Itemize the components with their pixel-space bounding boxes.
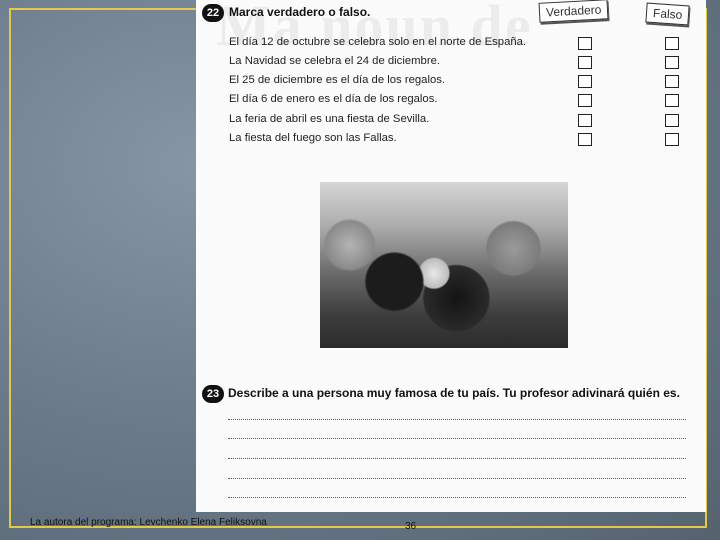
- true-checkbox-3[interactable]: [578, 75, 592, 88]
- statement-2: La Navidad se celebra el 24 de diciembre…: [229, 55, 441, 67]
- footer-author: La autora del programa: Levchenko Elena …: [30, 517, 267, 528]
- answer-line[interactable]: [228, 458, 686, 459]
- true-checkbox-2[interactable]: [578, 56, 592, 69]
- exercise-22-title: Marca verdadero o falso.: [229, 5, 371, 19]
- false-checkbox-3[interactable]: [665, 75, 679, 88]
- answer-line[interactable]: [228, 478, 686, 479]
- false-checkbox-6[interactable]: [665, 133, 679, 146]
- statement-5: La feria de abril es una fiesta de Sevil…: [229, 113, 430, 125]
- true-checkbox-4[interactable]: [578, 94, 592, 107]
- exercise-23-number: 23: [202, 385, 224, 403]
- exercise-23-title: Describe a una persona muy famosa de tu …: [228, 386, 680, 400]
- false-checkbox-2[interactable]: [665, 56, 679, 69]
- worksheet-page: Ma noun de 22 Marca verdadero o falso. V…: [196, 0, 706, 512]
- answer-line[interactable]: [228, 497, 686, 498]
- false-checkbox-5[interactable]: [665, 114, 679, 127]
- answer-line[interactable]: [228, 438, 686, 439]
- statement-1: El día 12 de octubre se celebra solo en …: [229, 36, 527, 48]
- false-checkbox-4[interactable]: [665, 94, 679, 107]
- true-checkbox-1[interactable]: [578, 37, 592, 50]
- answer-line[interactable]: [228, 419, 686, 420]
- statement-4: El día 6 de enero es el día de los regal…: [229, 93, 438, 105]
- true-checkbox-5[interactable]: [578, 114, 592, 127]
- feria-dance-photo: [320, 182, 568, 348]
- statement-3: El 25 de diciembre es el día de los rega…: [229, 74, 446, 86]
- footer-page-number: 36: [405, 521, 417, 532]
- falso-label: Falso: [645, 2, 690, 26]
- exercise-22-number: 22: [202, 4, 224, 22]
- statement-6: La fiesta del fuego son las Fallas.: [229, 132, 397, 144]
- false-checkbox-1[interactable]: [665, 37, 679, 50]
- verdadero-label: Verdadero: [538, 0, 609, 23]
- true-checkbox-6[interactable]: [578, 133, 592, 146]
